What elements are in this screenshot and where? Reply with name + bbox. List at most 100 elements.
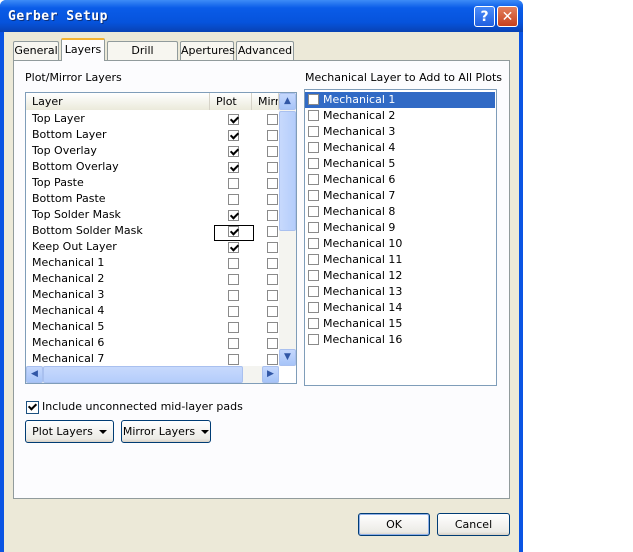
mirror-checkbox[interactable] <box>267 322 278 333</box>
list-item[interactable]: Mechanical 13 <box>305 284 495 300</box>
mechanical-checkbox[interactable] <box>308 158 319 169</box>
close-button[interactable]: ✕ <box>497 6 518 27</box>
table-row[interactable]: Top Paste <box>26 175 278 191</box>
plot-checkbox[interactable] <box>228 178 239 189</box>
list-item[interactable]: Mechanical 9 <box>305 220 495 236</box>
mirror-checkbox[interactable] <box>267 162 278 173</box>
column-header-plot[interactable]: Plot <box>210 93 252 110</box>
mirror-checkbox[interactable] <box>267 146 278 157</box>
mirror-checkbox[interactable] <box>267 178 278 189</box>
list-item[interactable]: Mechanical 3 <box>305 124 495 140</box>
table-row[interactable]: Bottom Overlay <box>26 159 278 175</box>
tab-drill-drawing[interactable]: Drill Drawing <box>107 41 178 75</box>
cancel-button[interactable]: Cancel <box>437 513 510 536</box>
mechanical-checkbox[interactable] <box>308 254 319 265</box>
scroll-right-button[interactable]: ▶ <box>262 366 279 383</box>
title-bar[interactable]: Gerber Setup ? ✕ <box>0 0 523 32</box>
table-row[interactable]: Top Solder Mask <box>26 207 278 223</box>
mirror-checkbox[interactable] <box>267 242 278 253</box>
list-item[interactable]: Mechanical 6 <box>305 172 495 188</box>
mirror-checkbox[interactable] <box>267 194 278 205</box>
vertical-scroll-thumb[interactable] <box>279 111 296 231</box>
plot-checkbox[interactable] <box>228 242 239 253</box>
list-item[interactable]: Mechanical 7 <box>305 188 495 204</box>
list-item[interactable]: Mechanical 2 <box>305 108 495 124</box>
mirror-checkbox[interactable] <box>267 130 278 141</box>
mechanical-checkbox[interactable] <box>308 174 319 185</box>
table-row[interactable]: Top Layer <box>26 111 278 127</box>
table-row[interactable]: Bottom Layer <box>26 127 278 143</box>
mirror-checkbox[interactable] <box>267 274 278 285</box>
list-item[interactable]: Mechanical 14 <box>305 300 495 316</box>
table-row[interactable]: Keep Out Layer <box>26 239 278 255</box>
mechanical-checkbox[interactable] <box>308 222 319 233</box>
list-item[interactable]: Mechanical 10 <box>305 236 495 252</box>
include-unconnected-label[interactable]: Include unconnected mid-layer pads <box>42 400 243 413</box>
vertical-scrollbar[interactable]: ▲ ▼ <box>279 93 296 366</box>
list-item[interactable]: Mechanical 8 <box>305 204 495 220</box>
list-item[interactable]: Mechanical 5 <box>305 156 495 172</box>
plot-checkbox[interactable] <box>228 130 239 141</box>
plot-layers-button[interactable]: Plot Layers <box>25 420 114 443</box>
mechanical-checkbox[interactable] <box>308 94 319 105</box>
plot-checkbox[interactable] <box>228 146 239 157</box>
mechanical-checkbox[interactable] <box>308 190 319 201</box>
column-header-mirror[interactable]: Mirr <box>252 93 279 110</box>
list-item[interactable]: Mechanical 1 <box>305 92 495 108</box>
mechanical-checkbox[interactable] <box>308 110 319 121</box>
mechanical-checkbox[interactable] <box>308 126 319 137</box>
table-row[interactable]: Top Overlay <box>26 143 278 159</box>
mirror-checkbox[interactable] <box>267 290 278 301</box>
list-item[interactable]: Mechanical 16 <box>305 332 495 348</box>
plot-checkbox[interactable] <box>228 322 239 333</box>
table-row[interactable]: Mechanical 1 <box>26 255 278 271</box>
plot-checkbox[interactable] <box>228 306 239 317</box>
plot-checkbox[interactable] <box>228 274 239 285</box>
tab-apertures[interactable]: Apertures <box>180 41 235 60</box>
horizontal-scrollbar[interactable]: ◀ ▶ <box>26 366 279 383</box>
mirror-checkbox[interactable] <box>267 354 278 365</box>
mechanical-checkbox[interactable] <box>308 206 319 217</box>
ok-button[interactable]: OK <box>358 513 430 536</box>
list-item[interactable]: Mechanical 4 <box>305 140 495 156</box>
mirror-checkbox[interactable] <box>267 338 278 349</box>
plot-checkbox[interactable] <box>228 258 239 269</box>
list-item[interactable]: Mechanical 11 <box>305 252 495 268</box>
mirror-checkbox[interactable] <box>267 306 278 317</box>
table-row[interactable]: Mechanical 6 <box>26 335 278 351</box>
mechanical-layer-list[interactable]: Mechanical 1 Mechanical 2 Mechanical 3 Mech… <box>304 89 497 386</box>
scroll-left-button[interactable]: ◀ <box>26 366 43 383</box>
table-row[interactable]: Mechanical 7 <box>26 351 278 367</box>
plot-checkbox[interactable] <box>228 354 239 365</box>
help-button[interactable]: ? <box>474 6 495 27</box>
plot-checkbox[interactable] <box>228 162 239 173</box>
plot-checkbox[interactable] <box>228 194 239 205</box>
mirror-checkbox[interactable] <box>267 226 278 237</box>
column-header-layer[interactable]: Layer <box>26 93 210 110</box>
mechanical-checkbox[interactable] <box>308 238 319 249</box>
table-row[interactable]: Mechanical 2 <box>26 271 278 287</box>
table-row[interactable]: Mechanical 4 <box>26 303 278 319</box>
mechanical-checkbox[interactable] <box>308 318 319 329</box>
include-unconnected-checkbox[interactable] <box>26 401 39 414</box>
tab-layers[interactable]: Layers <box>61 38 105 61</box>
horizontal-scroll-thumb[interactable] <box>43 366 243 383</box>
table-row[interactable]: Mechanical 5 <box>26 319 278 335</box>
tab-advanced[interactable]: Advanced <box>236 41 294 60</box>
mechanical-checkbox[interactable] <box>308 270 319 281</box>
mirror-layers-button[interactable]: Mirror Layers <box>121 420 211 443</box>
mechanical-checkbox[interactable] <box>308 142 319 153</box>
mirror-checkbox[interactable] <box>267 210 278 221</box>
scroll-down-button[interactable]: ▼ <box>279 349 296 366</box>
mechanical-checkbox[interactable] <box>308 286 319 297</box>
mirror-checkbox[interactable] <box>267 258 278 269</box>
table-row[interactable]: Bottom Paste <box>26 191 278 207</box>
mechanical-checkbox[interactable] <box>308 302 319 313</box>
list-item[interactable]: Mechanical 15 <box>305 316 495 332</box>
layer-list[interactable]: Layer Plot Mirr Top Layer Bottom Layer Top… <box>25 92 297 384</box>
plot-checkbox[interactable] <box>228 338 239 349</box>
tab-general[interactable]: General <box>13 41 59 60</box>
plot-checkbox[interactable] <box>228 290 239 301</box>
table-row[interactable]: Mechanical 3 <box>26 287 278 303</box>
mirror-checkbox[interactable] <box>267 114 278 125</box>
